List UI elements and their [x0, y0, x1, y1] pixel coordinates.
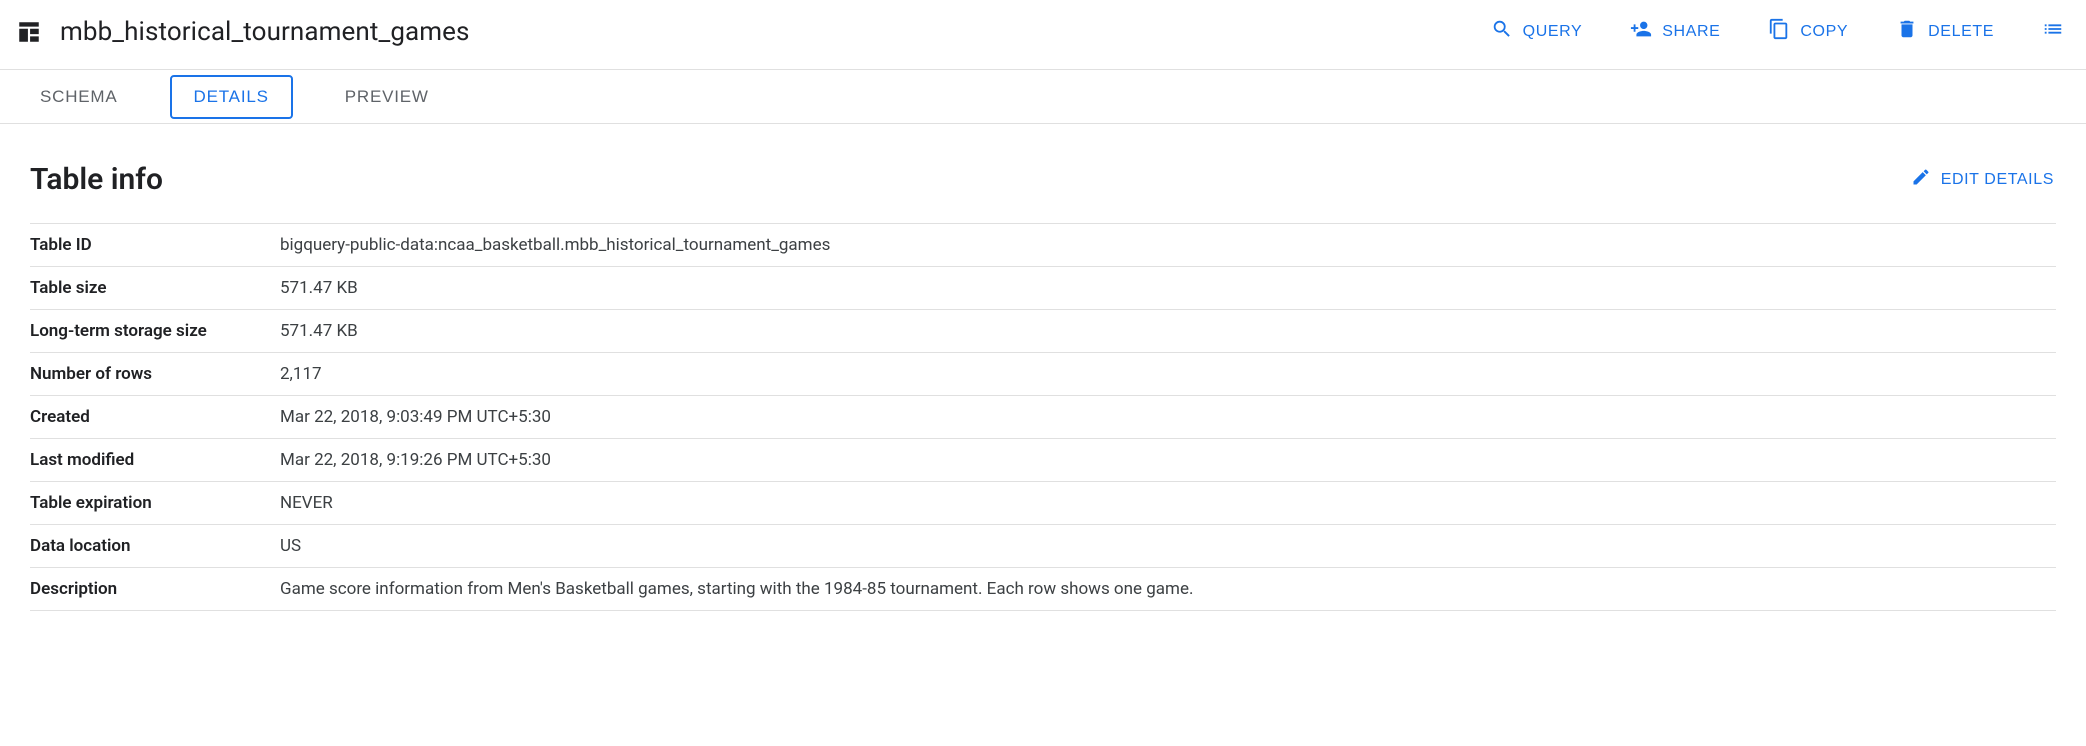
info-value: 2,117 [280, 353, 2056, 396]
info-value: 571.47 KB [280, 267, 2056, 310]
info-key: Last modified [30, 439, 280, 482]
table-row: Table expirationNEVER [30, 482, 2056, 525]
info-key: Data location [30, 525, 280, 568]
list-icon [2042, 18, 2064, 45]
more-button[interactable] [2040, 12, 2066, 51]
table-row: Last modifiedMar 22, 2018, 9:19:26 PM UT… [30, 439, 2056, 482]
table-row: Table size571.47 KB [30, 267, 2056, 310]
copy-icon [1768, 18, 1790, 45]
share-button[interactable]: SHARE [1628, 12, 1722, 51]
trash-icon [1896, 18, 1918, 45]
info-key: Description [30, 568, 280, 611]
info-key: Created [30, 396, 280, 439]
query-label: QUERY [1523, 23, 1583, 41]
table-row: Number of rows2,117 [30, 353, 2056, 396]
tab-preview[interactable]: PREVIEW [329, 73, 445, 121]
delete-button[interactable]: DELETE [1894, 12, 1996, 51]
info-value: Game score information from Men's Basket… [280, 568, 2056, 611]
info-key: Table size [30, 267, 280, 310]
info-value: NEVER [280, 482, 2056, 525]
search-icon [1491, 18, 1513, 45]
query-button[interactable]: QUERY [1489, 12, 1585, 51]
content-area: Table info EDIT DETAILS Table IDbigquery… [0, 124, 2086, 631]
table-row: Table IDbigquery-public-data:ncaa_basket… [30, 224, 2056, 267]
header-bar: mbb_historical_tournament_games QUERY SH… [0, 0, 2086, 70]
info-value: Mar 22, 2018, 9:19:26 PM UTC+5:30 [280, 439, 2056, 482]
person-add-icon [1630, 18, 1652, 45]
tab-bar: SCHEMA DETAILS PREVIEW [0, 70, 2086, 124]
tab-schema[interactable]: SCHEMA [24, 73, 134, 121]
info-key: Table expiration [30, 482, 280, 525]
info-value: Mar 22, 2018, 9:03:49 PM UTC+5:30 [280, 396, 2056, 439]
table-row: CreatedMar 22, 2018, 9:03:49 PM UTC+5:30 [30, 396, 2056, 439]
section-header: Table info EDIT DETAILS [30, 162, 2056, 197]
header-left: mbb_historical_tournament_games [16, 17, 1489, 47]
header-actions: QUERY SHARE COPY DELETE [1489, 12, 2066, 51]
edit-details-button[interactable]: EDIT DETAILS [1909, 163, 2056, 196]
info-value: bigquery-public-data:ncaa_basketball.mbb… [280, 224, 2056, 267]
table-icon [16, 19, 42, 45]
section-title: Table info [30, 162, 163, 197]
copy-label: COPY [1800, 23, 1848, 41]
info-table: Table IDbigquery-public-data:ncaa_basket… [30, 223, 2056, 611]
tab-details[interactable]: DETAILS [170, 75, 293, 119]
info-value: US [280, 525, 2056, 568]
info-key: Table ID [30, 224, 280, 267]
edit-details-label: EDIT DETAILS [1941, 171, 2054, 189]
copy-button[interactable]: COPY [1766, 12, 1850, 51]
pencil-icon [1911, 167, 1931, 192]
table-title: mbb_historical_tournament_games [60, 17, 470, 47]
table-row: Long-term storage size571.47 KB [30, 310, 2056, 353]
table-row: Data locationUS [30, 525, 2056, 568]
share-label: SHARE [1662, 23, 1720, 41]
info-key: Number of rows [30, 353, 280, 396]
info-value: 571.47 KB [280, 310, 2056, 353]
table-row: DescriptionGame score information from M… [30, 568, 2056, 611]
info-key: Long-term storage size [30, 310, 280, 353]
delete-label: DELETE [1928, 23, 1994, 41]
